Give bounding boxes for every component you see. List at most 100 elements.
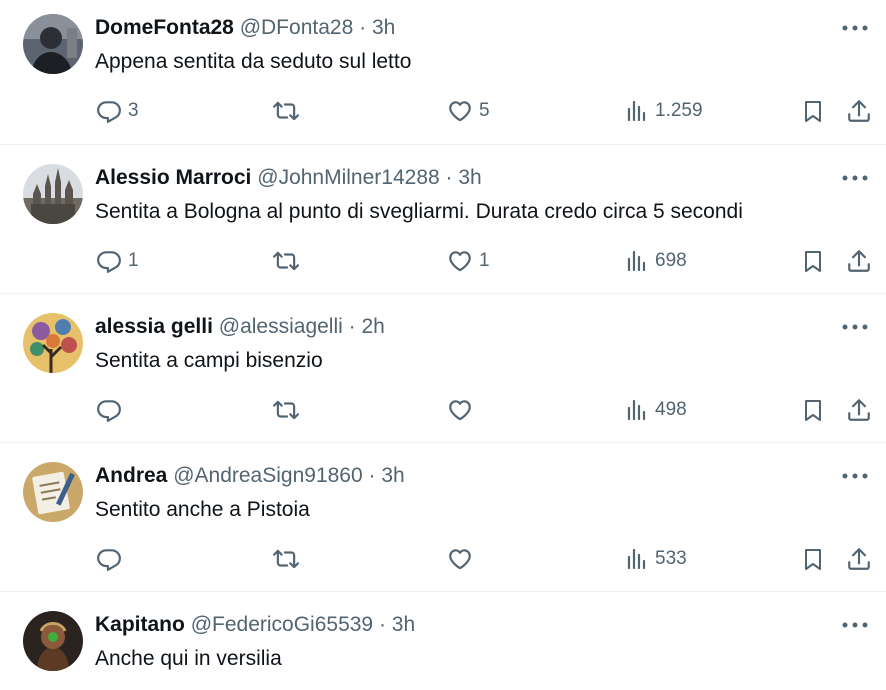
reply-icon [96, 397, 122, 423]
avatar[interactable] [23, 164, 83, 224]
views-count: 533 [655, 548, 687, 569]
retweet-icon [272, 546, 300, 572]
divider [0, 442, 886, 443]
more-icon[interactable] [840, 466, 870, 486]
like-icon [447, 546, 473, 572]
separator-dot: · [378, 613, 386, 636]
author-name[interactable]: Alessio Marroci [95, 166, 251, 189]
tweet-header: DomeFonta28 @DFonta28 · 3h [95, 14, 395, 42]
retweet-button[interactable] [272, 246, 300, 276]
author-name[interactable]: Kapitano [95, 613, 185, 636]
tweet[interactable]: Andrea @AndreaSign91860 · 3h Sentito anc… [0, 462, 886, 590]
share-button[interactable] [846, 544, 872, 574]
timestamp[interactable]: 3h [381, 464, 404, 487]
share-icon [846, 546, 872, 572]
reply-button[interactable]: 1 [96, 246, 139, 276]
tweet-text: Sentito anche a Pistoia [95, 498, 310, 521]
more-icon[interactable] [840, 615, 870, 635]
reply-count: 1 [128, 250, 139, 271]
like-count: 1 [479, 250, 490, 271]
share-icon [846, 397, 872, 423]
reply-button[interactable]: 3 [96, 96, 139, 126]
views-button[interactable]: 498 [625, 395, 687, 425]
bookmark-button[interactable] [801, 544, 825, 574]
author-name[interactable]: alessia gelli [95, 315, 213, 338]
tweet[interactable]: Kapitano @FedericoGi65539 · 3h Anche qui… [0, 611, 886, 690]
views-icon [625, 398, 649, 422]
reply-button[interactable] [96, 395, 128, 425]
views-button[interactable]: 533 [625, 544, 687, 574]
author-name[interactable]: Andrea [95, 464, 167, 487]
avatar[interactable] [23, 313, 83, 373]
author-handle[interactable]: @FedericoGi65539 [191, 613, 373, 636]
retweet-button[interactable] [272, 544, 300, 574]
bookmark-button[interactable] [801, 395, 825, 425]
timestamp[interactable]: 2h [362, 315, 385, 338]
share-icon [846, 98, 872, 124]
tweet-header: Kapitano @FedericoGi65539 · 3h [95, 611, 415, 639]
tweet-text: Anche qui in versilia [95, 647, 282, 670]
tweet-text: Sentita a Bologna al punto di svegliarmi… [95, 200, 743, 223]
views-count: 1.259 [655, 100, 703, 121]
views-count: 498 [655, 399, 687, 420]
bookmark-icon [801, 248, 825, 274]
divider [0, 591, 886, 592]
bookmark-button[interactable] [801, 246, 825, 276]
reply-button[interactable] [96, 544, 128, 574]
like-icon [447, 248, 473, 274]
separator-dot: · [359, 16, 367, 39]
author-handle[interactable]: @JohnMilner14288 [257, 166, 439, 189]
more-icon[interactable] [840, 317, 870, 337]
bookmark-icon [801, 397, 825, 423]
retweet-icon [272, 98, 300, 124]
divider [0, 144, 886, 145]
author-handle[interactable]: @alessiagelli [219, 315, 343, 338]
tweet-text: Appena sentita da seduto sul letto [95, 50, 412, 73]
separator-dot: · [348, 315, 356, 338]
bookmark-icon [801, 98, 825, 124]
bookmark-icon [801, 546, 825, 572]
separator-dot: · [445, 166, 453, 189]
tweet-header: Alessio Marroci @JohnMilner14288 · 3h [95, 164, 482, 192]
author-handle[interactable]: @AndreaSign91860 [173, 464, 362, 487]
views-icon [625, 99, 649, 123]
avatar[interactable] [23, 462, 83, 522]
share-icon [846, 248, 872, 274]
share-button[interactable] [846, 96, 872, 126]
bookmark-button[interactable] [801, 96, 825, 126]
views-button[interactable]: 698 [625, 246, 687, 276]
like-button[interactable]: 5 [447, 96, 490, 126]
tweet[interactable]: alessia gelli @alessiagelli · 2h Sentita… [0, 313, 886, 441]
avatar[interactable] [23, 14, 83, 74]
like-icon [447, 397, 473, 423]
like-icon [447, 98, 473, 124]
views-count: 698 [655, 250, 687, 271]
share-button[interactable] [846, 395, 872, 425]
tweet[interactable]: DomeFonta28 @DFonta28 · 3h Appena sentit… [0, 14, 886, 144]
tweet[interactable]: Alessio Marroci @JohnMilner14288 · 3h Se… [0, 164, 886, 292]
retweet-button[interactable] [272, 395, 300, 425]
share-button[interactable] [846, 246, 872, 276]
views-button[interactable]: 1.259 [625, 96, 703, 126]
avatar[interactable] [23, 611, 83, 671]
more-icon[interactable] [840, 168, 870, 188]
tweet-header: alessia gelli @alessiagelli · 2h [95, 313, 385, 341]
timestamp[interactable]: 3h [458, 166, 481, 189]
like-count: 5 [479, 100, 490, 121]
author-handle[interactable]: @DFonta28 [240, 16, 354, 39]
like-button[interactable] [447, 395, 479, 425]
tweet-text: Sentita a campi bisenzio [95, 349, 323, 372]
like-button[interactable] [447, 544, 479, 574]
reply-icon [96, 546, 122, 572]
timestamp[interactable]: 3h [372, 16, 395, 39]
divider [0, 293, 886, 294]
more-icon[interactable] [840, 18, 870, 38]
author-name[interactable]: DomeFonta28 [95, 16, 234, 39]
retweet-button[interactable] [272, 96, 300, 126]
retweet-icon [272, 397, 300, 423]
retweet-icon [272, 248, 300, 274]
separator-dot: · [368, 464, 376, 487]
like-button[interactable]: 1 [447, 246, 490, 276]
views-icon [625, 547, 649, 571]
timestamp[interactable]: 3h [392, 613, 415, 636]
